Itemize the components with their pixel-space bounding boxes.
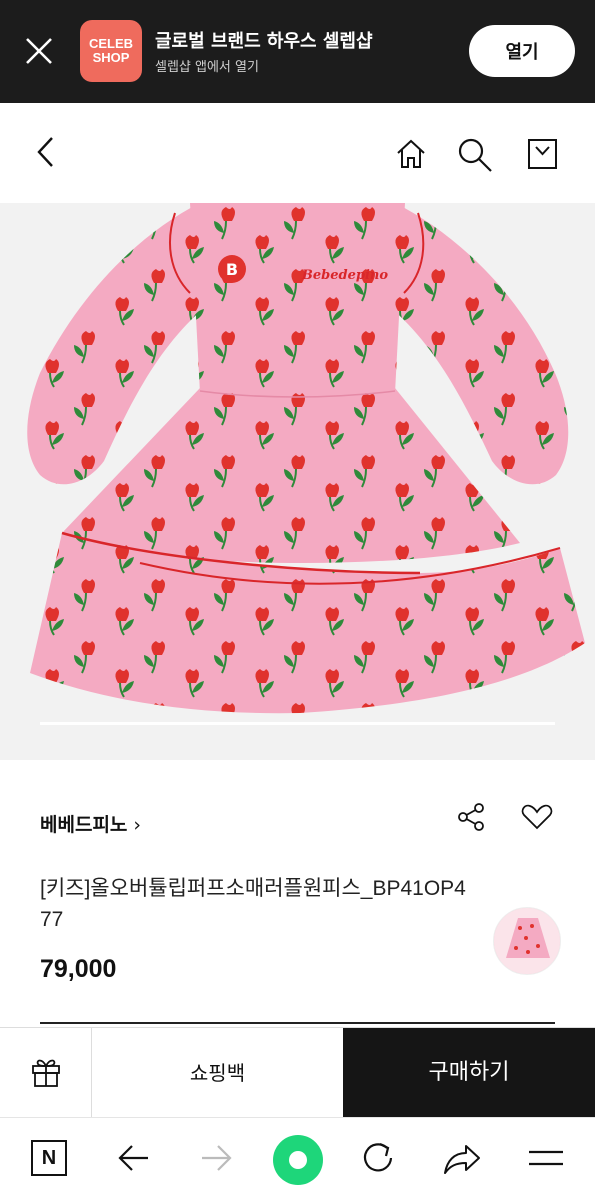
purchase-action-bar: 쇼핑백 구매하기 [0, 1027, 595, 1118]
shopping-bag-icon[interactable] [527, 137, 558, 170]
browser-forward-icon[interactable] [198, 1136, 234, 1180]
brand-link[interactable]: 베베드피노 › [40, 810, 141, 837]
home-icon[interactable] [395, 138, 427, 170]
buy-now-button[interactable]: 구매하기 [343, 1028, 595, 1118]
add-to-shopping-bag-button[interactable]: 쇼핑백 [92, 1028, 343, 1118]
menu-icon[interactable] [527, 1136, 565, 1180]
product-thumbnail[interactable] [493, 907, 561, 975]
search-icon[interactable] [457, 137, 493, 173]
banner-title: 글로벌 브랜드 하우스 셀렙샵 [155, 31, 373, 52]
badge-letter: B [226, 260, 238, 279]
browser-back-icon[interactable] [116, 1136, 152, 1180]
product-name-line2: 77 [40, 908, 64, 931]
banner-subtitle: 셀렙샵 앱에서 열기 [155, 60, 259, 75]
gift-icon [32, 1059, 60, 1087]
chevron-right-icon: › [133, 814, 142, 836]
gift-button[interactable] [0, 1028, 92, 1118]
refresh-icon[interactable] [360, 1136, 398, 1180]
brand-name: 베베드피노 [40, 814, 128, 836]
celeb-shop-logo: CELEB SHOP [80, 20, 142, 82]
tab-n-icon[interactable]: N [31, 1140, 67, 1176]
top-nav [0, 103, 595, 203]
logo-text-line2: SHOP [92, 50, 130, 65]
share-icon[interactable] [455, 801, 487, 833]
product-name: [키즈]올오버튤립퍼프소매러플원피스_BP41OP4 77 [40, 873, 560, 935]
green-dot-home-icon[interactable] [272, 1134, 324, 1186]
share-forward-icon[interactable] [442, 1136, 482, 1180]
divider [40, 1022, 555, 1024]
heart-icon[interactable] [521, 803, 553, 831]
app-install-banner: CELEB SHOP 글로벌 브랜드 하우스 셀렙샵 셀렙샵 앱에서 열기 열기 [0, 0, 595, 103]
embroidery-text: Bebedepino [301, 268, 388, 283]
product-name-line1: [키즈]올오버튤립퍼프소매러플원피스_BP41OP4 [40, 877, 466, 900]
back-icon[interactable] [34, 135, 56, 169]
thumbnail-dress-icon [494, 908, 560, 974]
dress-illustration: B Bebedepino [27, 203, 585, 714]
product-image[interactable]: B Bebedepino [0, 203, 595, 760]
logo-text-line1: CELEB [88, 36, 134, 51]
product-price: 79,000 [40, 955, 117, 983]
open-app-button[interactable]: 열기 [469, 25, 575, 77]
image-progress-bar [40, 722, 555, 725]
close-icon[interactable] [22, 34, 56, 68]
browser-toolbar: N [0, 1117, 595, 1200]
